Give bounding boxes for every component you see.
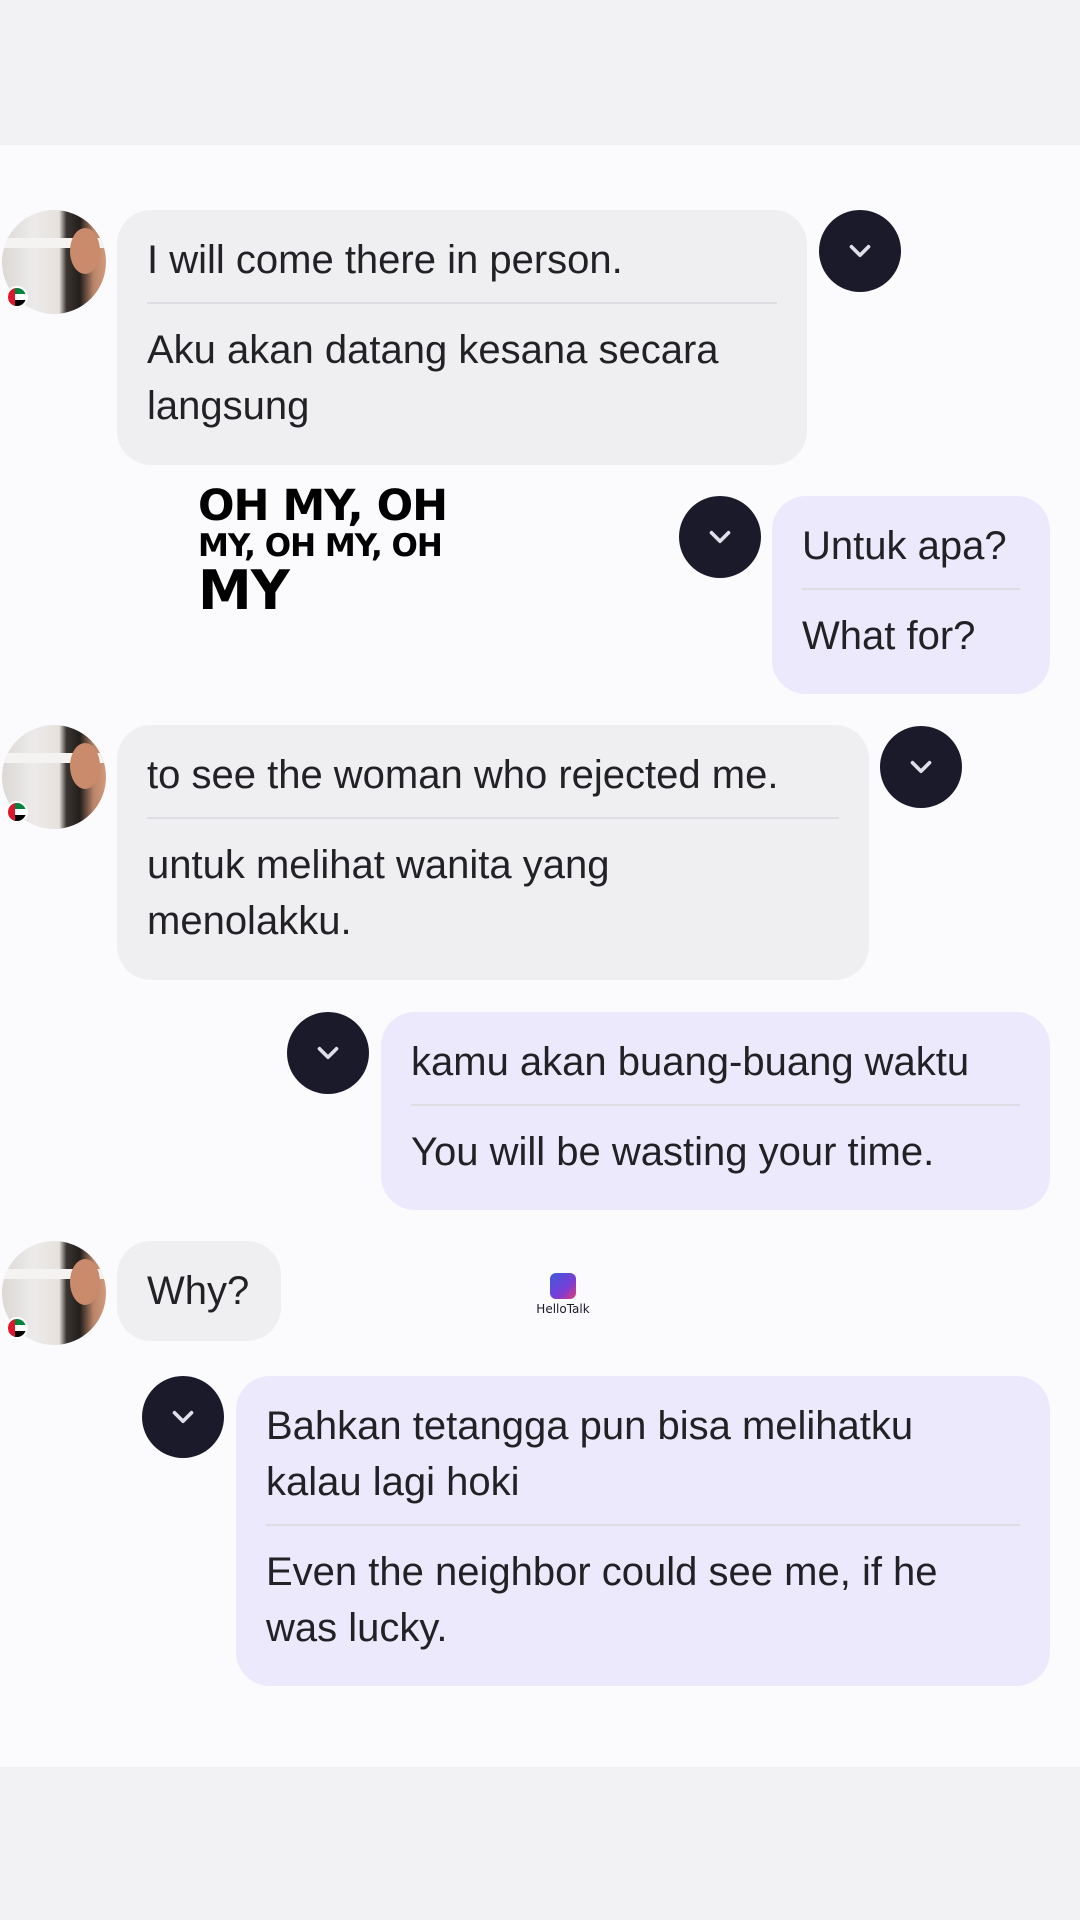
divider xyxy=(266,1524,1020,1526)
chevron-down-icon[interactable] xyxy=(819,210,901,292)
flag-icon xyxy=(6,286,28,308)
message-text: I will come there in person. xyxy=(147,238,623,282)
caption-line: MY xyxy=(198,559,290,622)
message-translation: untuk melihat wanita yang xyxy=(147,843,610,887)
video-caption: OH MY, OH MY, OH MY, OH MY xyxy=(198,483,498,619)
message-translation: Even the neighbor could see me, if he xyxy=(266,1550,938,1594)
chevron-down-icon[interactable] xyxy=(142,1376,224,1458)
message-translation: You will be wasting your time. xyxy=(411,1130,935,1174)
divider xyxy=(802,588,1020,590)
divider xyxy=(411,1104,1020,1106)
flag-icon xyxy=(6,1317,28,1339)
message-translation: langsung xyxy=(147,384,310,428)
message-text: Untuk apa? xyxy=(802,524,1007,568)
message-bubble-incoming[interactable]: Why? xyxy=(117,1241,281,1341)
message-text: Bahkan tetangga pun bisa melihatku xyxy=(266,1404,914,1448)
hellotalk-logo-icon xyxy=(550,1273,576,1299)
message-bubble-incoming[interactable]: I will come there in person. Aku akan da… xyxy=(117,210,807,465)
message-text: to see the woman who rejected me. xyxy=(147,753,779,797)
hellotalk-watermark: HelloTalk xyxy=(533,1273,593,1317)
divider xyxy=(147,817,839,819)
message-translation: Aku akan datang kesana secara xyxy=(147,328,719,372)
message-bubble-outgoing[interactable]: kamu akan buang-buang waktu You will be … xyxy=(381,1012,1050,1210)
message-bubble-outgoing[interactable]: Untuk apa? What for? xyxy=(772,496,1050,694)
message-translation: What for? xyxy=(802,614,976,658)
chevron-down-icon[interactable] xyxy=(880,726,962,808)
message-text: kalau lagi hoki xyxy=(266,1460,520,1504)
message-bubble-outgoing[interactable]: Bahkan tetangga pun bisa melihatku kalau… xyxy=(236,1376,1050,1686)
message-translation: menolakku. xyxy=(147,899,352,943)
message-translation: was lucky. xyxy=(266,1606,448,1650)
chevron-down-icon[interactable] xyxy=(287,1012,369,1094)
divider xyxy=(147,302,777,304)
message-text: kamu akan buang-buang waktu xyxy=(411,1040,970,1084)
message-text: Why? xyxy=(147,1269,250,1313)
watermark-text: HelloTalk xyxy=(536,1302,590,1316)
message-bubble-incoming[interactable]: to see the woman who rejected me. untuk … xyxy=(117,725,869,980)
caption-line: MY, OH MY, OH xyxy=(198,528,443,564)
chevron-down-icon[interactable] xyxy=(679,496,761,578)
caption-line: OH MY, OH xyxy=(198,481,448,531)
flag-icon xyxy=(6,801,28,823)
